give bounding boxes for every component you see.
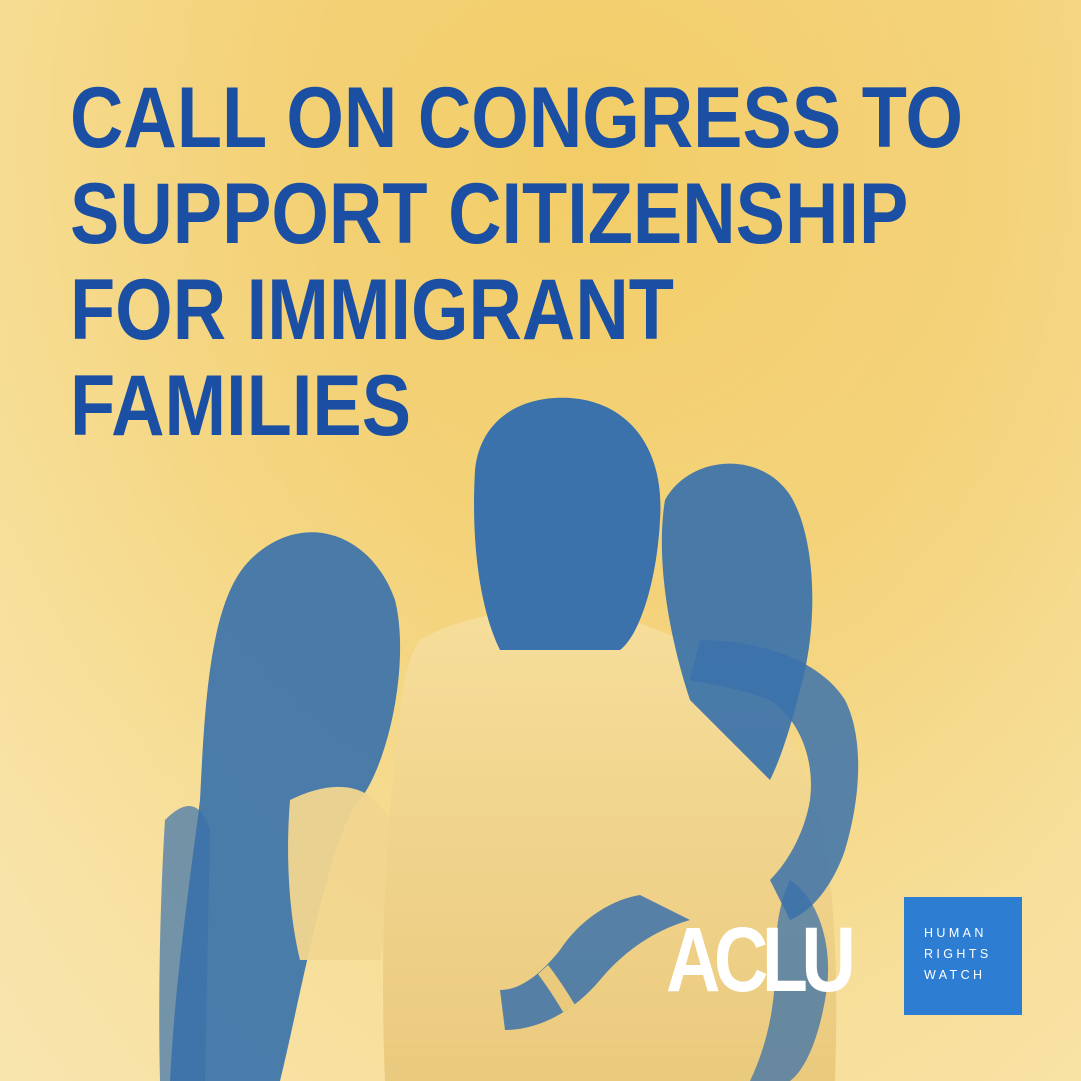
human-rights-watch-logo: HUMAN RIGHTS WATCH [904, 897, 1022, 1015]
headline-line: SUPPORT CITIZENSHIP [70, 166, 909, 262]
hrw-logo-line: RIGHTS [924, 947, 992, 961]
promo-graphic: CALL ON CONGRESS TO SUPPORT CITIZENSHIP … [0, 0, 1081, 1081]
aclu-logo: ACLU [666, 909, 856, 1011]
headline-line: CALL ON CONGRESS TO [70, 70, 964, 166]
headline-line: FAMILIES [70, 358, 412, 454]
hrw-logo-line: HUMAN [924, 926, 987, 940]
hrw-logo-line: WATCH [924, 968, 986, 982]
headline-line: FOR IMMIGRANT [70, 262, 674, 358]
headline: CALL ON CONGRESS TO SUPPORT CITIZENSHIP … [70, 70, 964, 454]
